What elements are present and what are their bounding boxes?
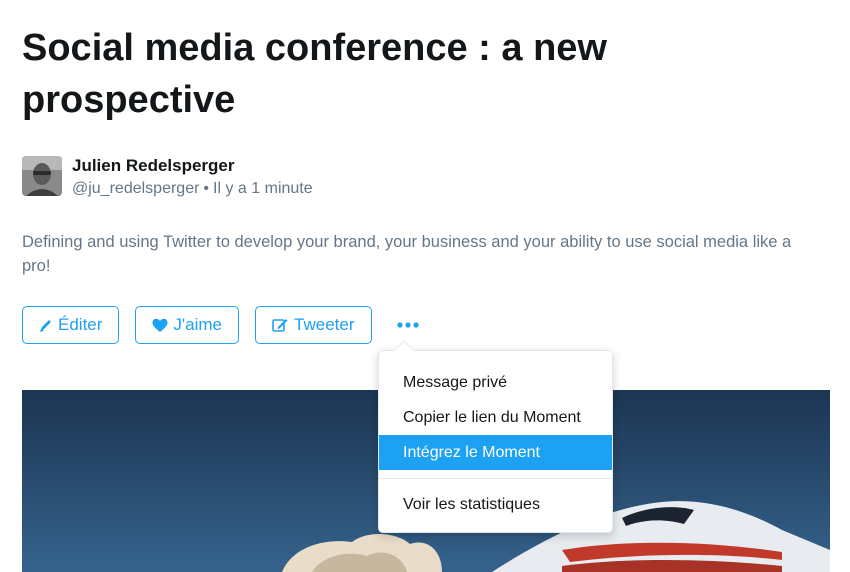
edit-button-label: Éditer: [58, 315, 103, 334]
author-meta: @ju_redelsperger • Il y a 1 minute: [72, 178, 313, 200]
menu-item-view-analytics[interactable]: Voir les statistiques: [379, 487, 612, 522]
tweet-button[interactable]: Tweeter: [255, 306, 372, 344]
action-bar: Éditer J'aime Tweeter: [22, 306, 420, 344]
meta-separator: •: [203, 180, 210, 197]
author-block: Julien Redelsperger @ju_redelsperger • Il …: [22, 156, 313, 200]
more-options-button[interactable]: [396, 313, 420, 337]
like-button[interactable]: J'aime: [135, 306, 240, 344]
more-dots-icon: [396, 322, 419, 328]
author-text: Julien Redelsperger @ju_redelsperger • Il …: [72, 156, 313, 200]
avatar[interactable]: [22, 156, 62, 196]
menu-item-embed-moment[interactable]: Intégrez le Moment: [379, 435, 612, 470]
author-handle[interactable]: @ju_redelsperger: [72, 180, 199, 197]
menu-item-copy-link[interactable]: Copier le lien du Moment: [379, 400, 612, 435]
compose-icon: [272, 317, 289, 333]
moment-title: Social media conference : a new prospect…: [22, 27, 607, 121]
menu-item-direct-message[interactable]: Message privé: [379, 365, 612, 400]
tweet-button-label: Tweeter: [294, 315, 355, 334]
moment-page: Social media conference : a new prospect…: [0, 0, 850, 572]
moment-description: Defining and using Twitter to develop yo…: [22, 233, 792, 275]
edit-button[interactable]: Éditer: [22, 306, 120, 344]
heart-icon: [152, 318, 168, 333]
author-name[interactable]: Julien Redelsperger: [72, 156, 313, 176]
menu-list: Message privé Copier le lien du Moment I…: [379, 365, 612, 522]
post-time: Il y a 1 minute: [213, 180, 313, 197]
more-options-menu: Message privé Copier le lien du Moment I…: [378, 340, 613, 533]
like-button-label: J'aime: [173, 315, 223, 334]
menu-divider: [379, 478, 612, 479]
avatar-photo: [22, 156, 62, 196]
pencil-icon: [39, 317, 53, 333]
